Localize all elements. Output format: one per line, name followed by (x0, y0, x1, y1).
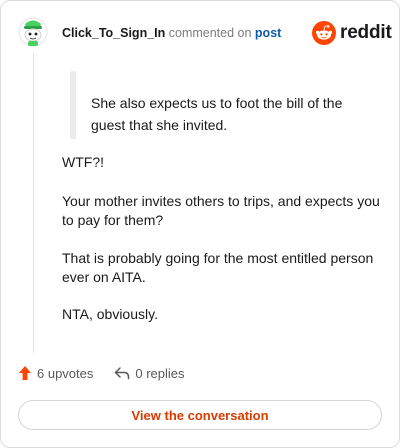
reddit-logo[interactable]: reddit (312, 21, 392, 45)
comment-paragraph: WTF?! (62, 154, 104, 170)
logo-wordmark: reddit (340, 22, 392, 43)
action-text: commented on (168, 26, 252, 40)
comment-paragraph: NTA, obviously. (62, 306, 158, 322)
reddit-snoo-icon (312, 21, 336, 45)
comment-header: Click_To_Sign_In commented on post (62, 26, 281, 40)
username-link[interactable]: Click_To_Sign_In (62, 26, 165, 40)
post-link[interactable]: post (255, 26, 281, 40)
reply-count[interactable]: 0 replies (114, 365, 185, 381)
view-conversation-button[interactable]: View the conversation (18, 400, 382, 430)
comment-paragraph: That is probably going for the most enti… (62, 250, 374, 285)
comment-card: Click_To_Sign_In commented on post reddi… (0, 0, 400, 448)
thread-line (33, 53, 34, 353)
reply-label: 0 replies (135, 365, 185, 381)
blockquote-text: She also expects us to foot the bill of … (91, 95, 343, 133)
comment-footer: 6 upvotes 0 replies (18, 365, 185, 381)
snoo-avatar-icon (18, 17, 48, 47)
upvote-count[interactable]: 6 upvotes (18, 365, 93, 381)
reply-arrow-icon (115, 367, 130, 380)
upvote-arrow-icon (19, 366, 31, 380)
comment-paragraph: Your mother invites others to trips, and… (62, 193, 380, 228)
user-avatar[interactable] (18, 15, 48, 47)
quote-bar (70, 71, 76, 139)
upvote-label: 6 upvotes (37, 365, 94, 381)
